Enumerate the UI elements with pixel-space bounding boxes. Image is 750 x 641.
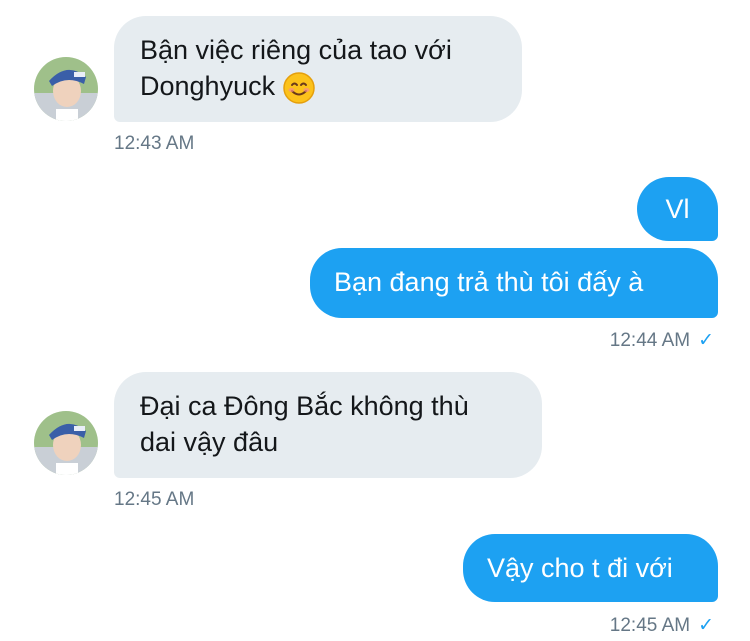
outgoing-message[interactable]: Vl: [637, 177, 718, 241]
avatar[interactable]: [34, 57, 98, 121]
message-text-line: Donghyuck: [140, 68, 496, 104]
message-timestamp: 12:44 AM ✓: [610, 329, 714, 352]
avatar[interactable]: [34, 411, 98, 475]
read-receipt-check-icon: ✓: [698, 615, 714, 636]
smiling-face-emoji: [283, 72, 315, 104]
incoming-message[interactable]: Bận việc riêng của tao với Donghyuck: [114, 16, 522, 122]
timestamp-text: 12:45 AM: [609, 615, 691, 636]
avatar-photo: [34, 411, 98, 475]
timestamp-text: 12:44 AM: [609, 330, 691, 351]
outgoing-message[interactable]: Vậy cho t đi với: [463, 534, 718, 602]
message-text: dai vậy đâu: [140, 427, 279, 457]
message-text: Đại ca Đông Bắc không thù: [140, 391, 469, 421]
avatar-photo: [34, 57, 98, 121]
read-receipt-check-icon: ✓: [698, 330, 714, 351]
message-text: Vậy cho t đi với: [487, 553, 673, 583]
message-timestamp: 12:45 AM: [114, 489, 195, 510]
message-text: Bận việc riêng của tao với: [140, 35, 452, 65]
message-text: Vl: [665, 194, 690, 224]
message-text: Bạn đang trả thù tôi đấy à: [334, 267, 644, 297]
message-text: Donghyuck: [140, 71, 276, 101]
message-timestamp: 12:43 AM: [114, 133, 195, 154]
outgoing-message[interactable]: Bạn đang trả thù tôi đấy à: [310, 248, 718, 318]
incoming-message[interactable]: Đại ca Đông Bắc không thù dai vậy đâu: [114, 372, 542, 478]
message-timestamp: 12:45 AM ✓: [610, 614, 714, 637]
